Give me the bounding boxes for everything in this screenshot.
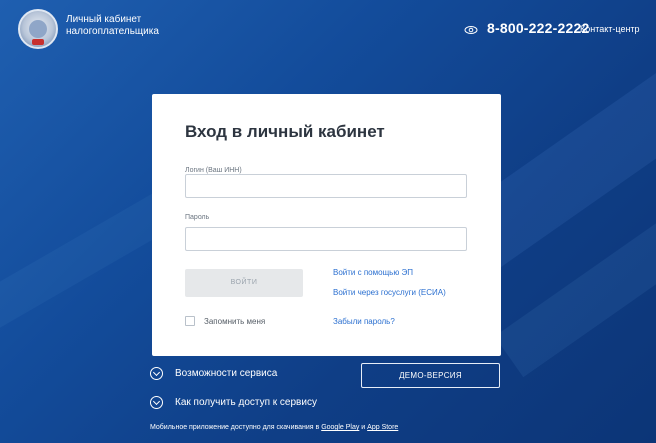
- brand-line-2: налогоплательщика: [66, 26, 159, 37]
- password-input[interactable]: [185, 227, 467, 251]
- login-card: Вход в личный кабинет Логин (Ваш ИНН) Па…: [152, 94, 501, 356]
- chevron-down-icon[interactable]: [150, 396, 163, 409]
- chevron-down-icon[interactable]: [150, 367, 163, 380]
- login-input[interactable]: [185, 174, 467, 198]
- forgot-password-link[interactable]: Забыли пароль?: [333, 317, 395, 326]
- emblem-icon[interactable]: [18, 9, 58, 49]
- access-label[interactable]: Как получить доступ к сервису: [175, 397, 317, 408]
- demo-button[interactable]: ДЕМО-ВЕРСИЯ: [361, 363, 500, 388]
- background-streak: [494, 152, 656, 378]
- login-title: Вход в личный кабинет: [185, 122, 385, 141]
- phone-number[interactable]: 8-800-222-2222: [487, 20, 589, 36]
- access-toggle[interactable]: Как получить доступ к сервису: [150, 396, 317, 409]
- header: Личный кабинет налогоплательщика 8-800-2…: [0, 0, 656, 58]
- emblem-center: [29, 20, 47, 38]
- google-play-link[interactable]: Google Play: [321, 424, 359, 431]
- features-toggle[interactable]: Возможности сервиса: [150, 367, 277, 380]
- login-esia-link[interactable]: Войти через госуслуги (ЕСИА): [333, 288, 446, 297]
- background-streak: [0, 192, 174, 348]
- login-button[interactable]: ВОЙТИ: [185, 269, 303, 297]
- brand-title[interactable]: Личный кабинет налогоплательщика: [66, 14, 159, 38]
- features-label[interactable]: Возможности сервиса: [175, 368, 277, 379]
- login-ep-link[interactable]: Войти с помощью ЭП: [333, 268, 413, 277]
- brand-line-1: Личный кабинет: [66, 14, 142, 25]
- app-store-link[interactable]: App Store: [367, 424, 398, 431]
- remember-label[interactable]: Запомнить меня: [204, 317, 265, 326]
- footer-text: Мобильное приложение доступно для скачив…: [150, 424, 398, 431]
- footer-message: Мобильное приложение доступно для скачив…: [150, 424, 320, 431]
- login-label: Логин (Ваш ИНН): [185, 167, 242, 174]
- footer-and: и: [361, 424, 366, 431]
- emblem-ribbon: [32, 39, 44, 45]
- contact-center-link[interactable]: Контакт-центр: [580, 24, 640, 34]
- password-label: Пароль: [185, 214, 210, 221]
- eye-icon[interactable]: [464, 23, 478, 37]
- remember-checkbox[interactable]: [185, 316, 195, 326]
